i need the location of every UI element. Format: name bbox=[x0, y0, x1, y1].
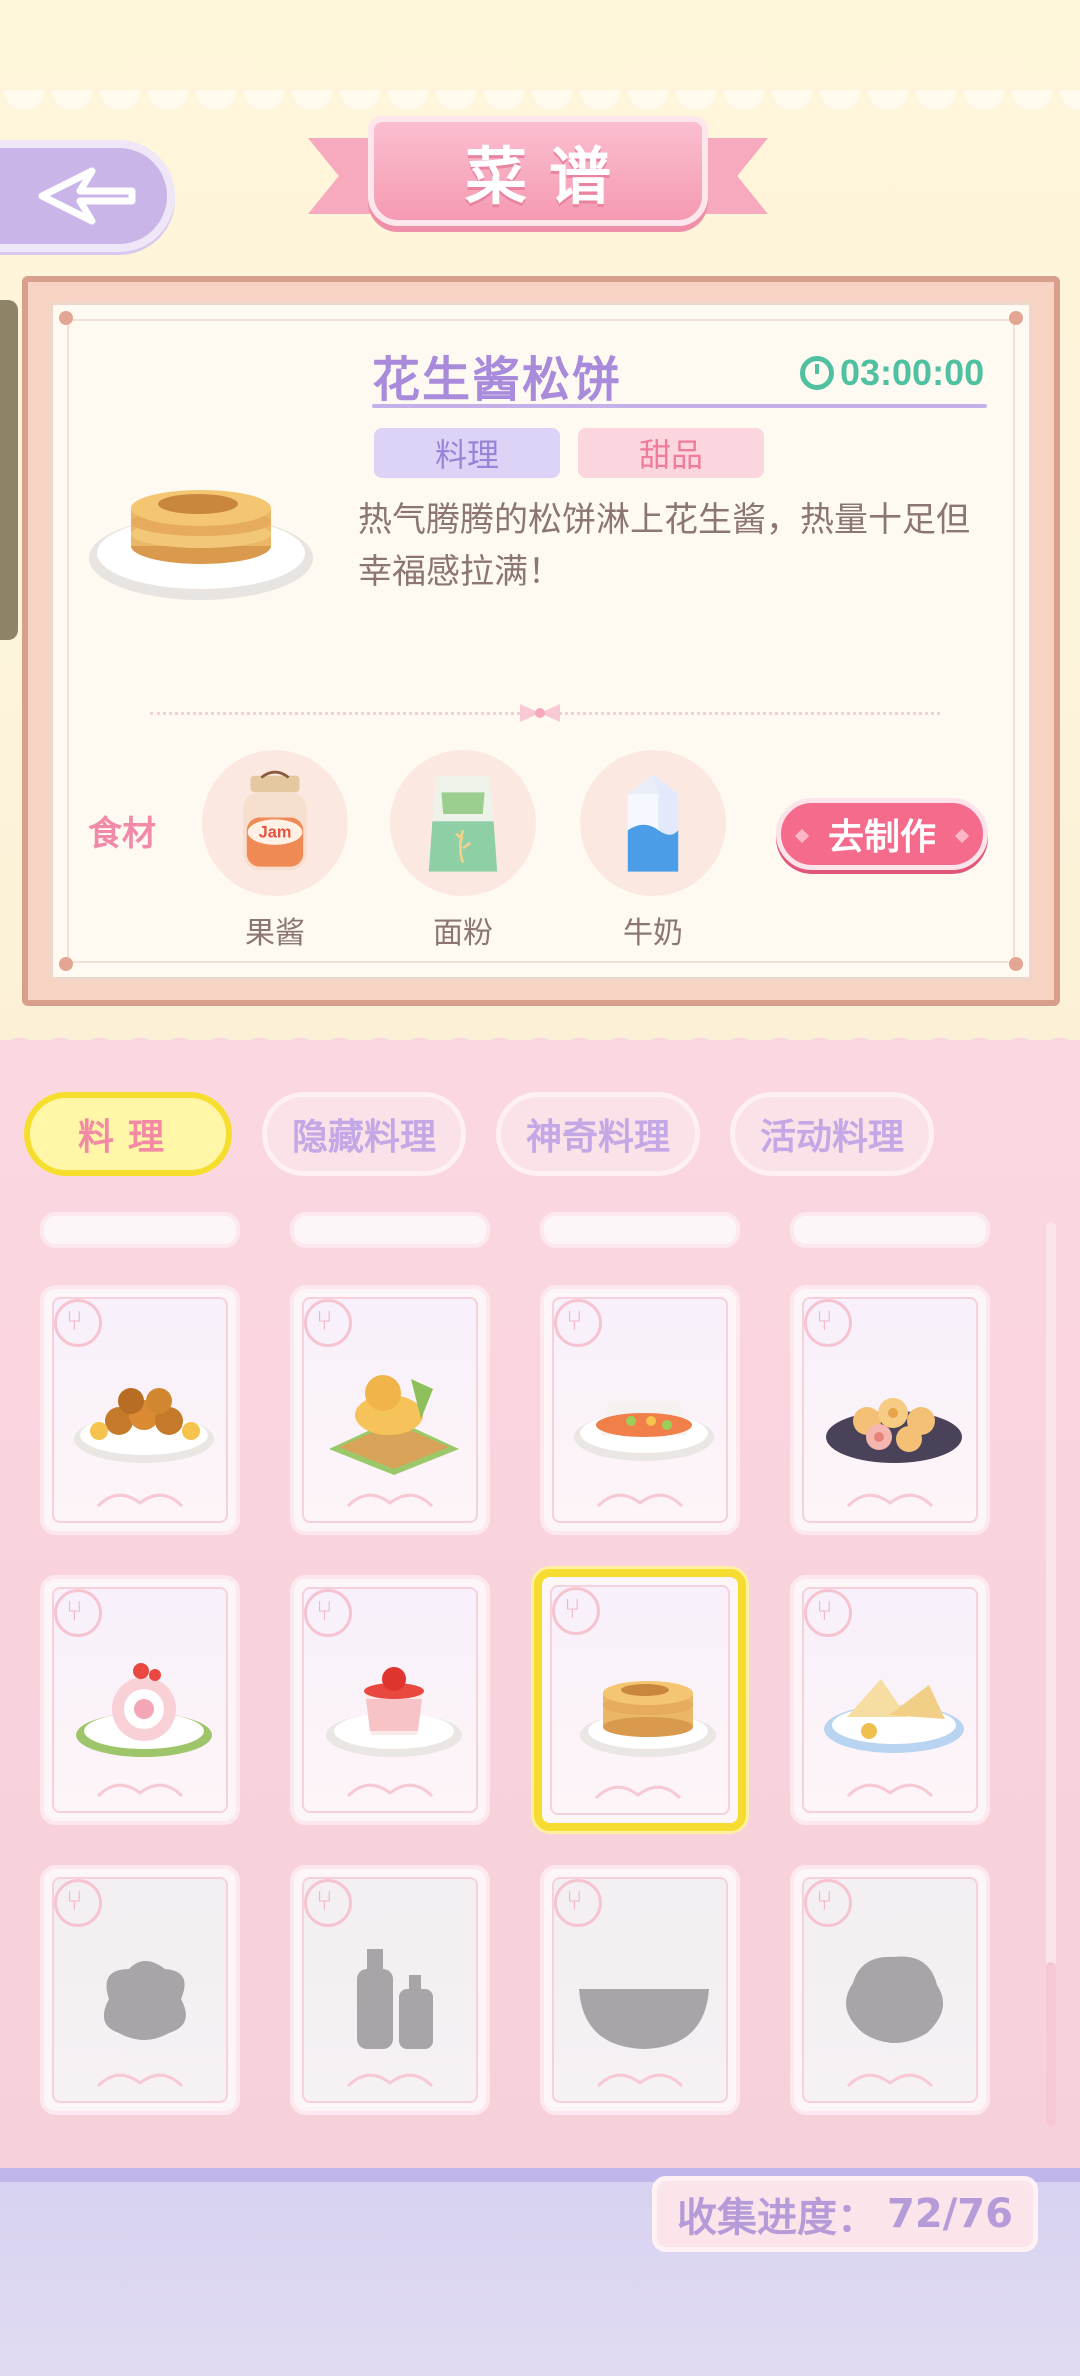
ingredient-milk[interactable]: 牛奶 bbox=[578, 750, 728, 952]
rolled-pastry-dish-icon bbox=[826, 1398, 962, 1463]
recipe-card[interactable] bbox=[290, 1575, 490, 1825]
corner-dot bbox=[59, 311, 73, 325]
jam-jar-icon: Jam bbox=[202, 750, 348, 896]
recipe-card[interactable] bbox=[540, 1285, 740, 1535]
bow-icon bbox=[520, 704, 560, 722]
wheat-ornament-icon bbox=[346, 1493, 434, 1508]
strawberry-pudding-icon bbox=[326, 1667, 462, 1757]
recipe-description: 热气腾腾的松饼淋上花生酱，热量十足但幸福感拉满！ bbox=[358, 500, 970, 592]
fork-spoon-icon bbox=[304, 1879, 352, 1927]
recipe-card-partial[interactable] bbox=[790, 1212, 990, 1248]
collection-progress: 收集进度： 72/76 bbox=[652, 2176, 1038, 2252]
clock-icon bbox=[800, 356, 834, 390]
recipe-name: 花生酱松饼 bbox=[372, 352, 623, 408]
recipe-card-locked[interactable] bbox=[290, 1865, 490, 2115]
fork-spoon-icon bbox=[54, 1879, 102, 1927]
fork-spoon-icon bbox=[304, 1589, 352, 1637]
fork-spoon-icon bbox=[552, 1587, 600, 1635]
recipe-card-locked[interactable] bbox=[40, 1865, 240, 2115]
wheat-ornament-icon bbox=[596, 2073, 684, 2088]
pancake-stack-icon bbox=[580, 1681, 716, 1757]
progress-value: 72/76 bbox=[887, 2191, 1013, 2237]
ingredient-name: 牛奶 bbox=[623, 916, 683, 951]
swiss-roll-cake-icon bbox=[76, 1663, 212, 1757]
recipe-card-partial[interactable] bbox=[40, 1212, 240, 1248]
wheat-ornament-icon bbox=[846, 1493, 934, 1508]
fork-spoon-icon bbox=[804, 1299, 852, 1347]
recipe-list-scrollbar[interactable] bbox=[1046, 1222, 1056, 2127]
recipe-card[interactable] bbox=[40, 1575, 240, 1825]
milk-carton-icon bbox=[580, 750, 726, 896]
recipe-card-locked[interactable] bbox=[540, 1865, 740, 2115]
locked-round-silhouette-icon bbox=[845, 1956, 944, 2043]
corner-dot bbox=[59, 957, 73, 971]
recipe-card-partial[interactable] bbox=[290, 1212, 490, 1248]
wheat-ornament-icon bbox=[96, 1783, 184, 1798]
tag-cuisine: 料理 bbox=[374, 428, 560, 478]
orange-balls-dish-icon bbox=[74, 1388, 214, 1463]
fork-spoon-icon bbox=[54, 1589, 102, 1637]
title-ribbon-main: 菜谱 bbox=[368, 116, 708, 226]
wheat-ornament-icon bbox=[346, 2073, 434, 2088]
wheat-ornament-icon bbox=[846, 1783, 934, 1798]
fork-spoon-icon bbox=[804, 1589, 852, 1637]
locked-silhouette-icon bbox=[103, 1961, 186, 2040]
side-tab-strip[interactable] bbox=[0, 300, 18, 640]
ingredient-name: 面粉 bbox=[433, 916, 493, 951]
flour-bag-icon bbox=[390, 750, 536, 896]
tab-hidden-cuisine[interactable]: 隐藏料理 bbox=[262, 1092, 466, 1176]
scrollbar-thumb[interactable] bbox=[1046, 1962, 1056, 2127]
tab-event-cuisine[interactable]: 活动料理 bbox=[730, 1092, 934, 1176]
recipe-card[interactable] bbox=[290, 1285, 490, 1535]
svg-text:Jam: Jam bbox=[259, 824, 292, 842]
wheat-ornament-icon bbox=[846, 2073, 934, 2088]
corner-dot bbox=[1009, 957, 1023, 971]
recipe-card-selected[interactable] bbox=[534, 1569, 746, 1831]
locked-bowl-silhouette-icon bbox=[579, 1989, 709, 2049]
tag-dessert: 甜品 bbox=[578, 428, 764, 478]
recipe-card[interactable] bbox=[790, 1285, 990, 1535]
ingredient-flour[interactable]: 面粉 bbox=[388, 750, 538, 952]
pink-lace-border bbox=[0, 1028, 1080, 1056]
tab-magic-cuisine[interactable]: 神奇料理 bbox=[496, 1092, 700, 1176]
wheat-ornament-icon bbox=[596, 1493, 684, 1508]
ingredient-name: 果酱 bbox=[245, 916, 305, 951]
ingredient-jam[interactable]: Jam 果酱 bbox=[200, 750, 350, 952]
toast-platter-icon bbox=[329, 1375, 459, 1475]
recipe-card[interactable] bbox=[790, 1575, 990, 1825]
fork-spoon-icon bbox=[54, 1299, 102, 1347]
fork-spoon-icon bbox=[554, 1879, 602, 1927]
recipe-card-locked[interactable] bbox=[790, 1865, 990, 2115]
back-button[interactable] bbox=[0, 140, 175, 252]
pancake-dish-icon bbox=[86, 458, 316, 608]
make-button[interactable]: 去制作 bbox=[776, 798, 988, 870]
sandwich-plate-icon bbox=[824, 1679, 964, 1753]
fork-spoon-icon bbox=[554, 1299, 602, 1347]
wheat-ornament-icon bbox=[96, 2073, 184, 2088]
progress-label: 收集进度： bbox=[677, 2195, 878, 2241]
back-arrow-icon bbox=[38, 167, 135, 225]
grilled-fish-dish-icon bbox=[574, 1401, 714, 1461]
wheat-ornament-icon bbox=[96, 1493, 184, 1508]
title-underline bbox=[372, 404, 987, 408]
timer-value: 03:00:00 bbox=[840, 352, 985, 393]
wheat-ornament-icon bbox=[594, 1785, 682, 1800]
recipe-card-partial[interactable] bbox=[540, 1212, 740, 1248]
title-banner: 菜谱 bbox=[308, 98, 768, 248]
locked-bottles-silhouette-icon bbox=[357, 1949, 433, 2049]
corner-dot bbox=[1009, 311, 1023, 325]
page-title: 菜谱 bbox=[464, 140, 633, 213]
ingredients-label: 食材 bbox=[88, 814, 156, 854]
fork-spoon-icon bbox=[304, 1299, 352, 1347]
tab-cuisine[interactable]: 料理 bbox=[24, 1092, 232, 1176]
fork-spoon-icon bbox=[804, 1879, 852, 1927]
wheat-ornament-icon bbox=[346, 1783, 434, 1798]
recipe-card[interactable] bbox=[40, 1285, 240, 1535]
cook-timer: 03:00:00 bbox=[800, 352, 984, 394]
